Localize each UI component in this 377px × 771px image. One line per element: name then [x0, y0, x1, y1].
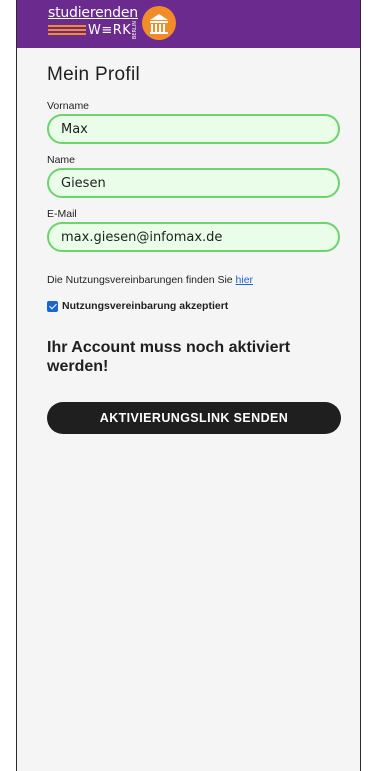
logo-line1: studierenden — [48, 5, 138, 22]
email-field[interactable] — [47, 222, 340, 252]
logo-bars — [48, 25, 86, 36]
terms-label: Die Nutzungsvereinbarungen finden Sie — [47, 274, 236, 286]
app-frame: studierenden W≡RK BERLIN Mein Profil Vor… — [16, 0, 361, 771]
send-activation-link-button[interactable]: AKTIVIERUNGSLINK SENDEN — [47, 402, 341, 435]
first-name-field[interactable] — [47, 114, 340, 144]
first-name-label: Vorname — [47, 100, 90, 112]
email-label: E-Mail — [47, 208, 77, 220]
logo-line2: W≡RK — [88, 22, 132, 38]
terms-text: Die Nutzungsvereinbarungen finden Sie hi… — [47, 274, 360, 286]
terms-checkbox[interactable] — [47, 300, 58, 312]
terms-checkbox-label: Nutzungsvereinbarung akzeptiert — [62, 300, 229, 312]
logo-city: BERLIN — [132, 21, 139, 40]
top-bar: studierenden W≡RK BERLIN — [17, 0, 360, 48]
page-title: Mein Profil — [47, 64, 141, 85]
studierendenwerk-logo[interactable]: studierenden W≡RK BERLIN — [48, 5, 177, 40]
logo-wordmark: studierenden W≡RK BERLIN — [48, 5, 139, 40]
last-name-label: Name — [47, 154, 76, 166]
email-group: E-Mail — [47, 208, 360, 252]
profile-content: Mein Profil Vorname Name E-Mail Die Nutz… — [17, 48, 360, 435]
building-icon — [142, 6, 177, 40]
activation-notice: Ihr Account muss noch aktiviert werden! — [47, 339, 291, 376]
last-name-field[interactable] — [47, 168, 340, 198]
first-name-group: Vorname — [47, 100, 360, 144]
terms-checkbox-row[interactable]: Nutzungsvereinbarung akzeptiert — [47, 300, 360, 312]
terms-link[interactable]: hier — [236, 274, 254, 286]
last-name-group: Name — [47, 154, 360, 198]
